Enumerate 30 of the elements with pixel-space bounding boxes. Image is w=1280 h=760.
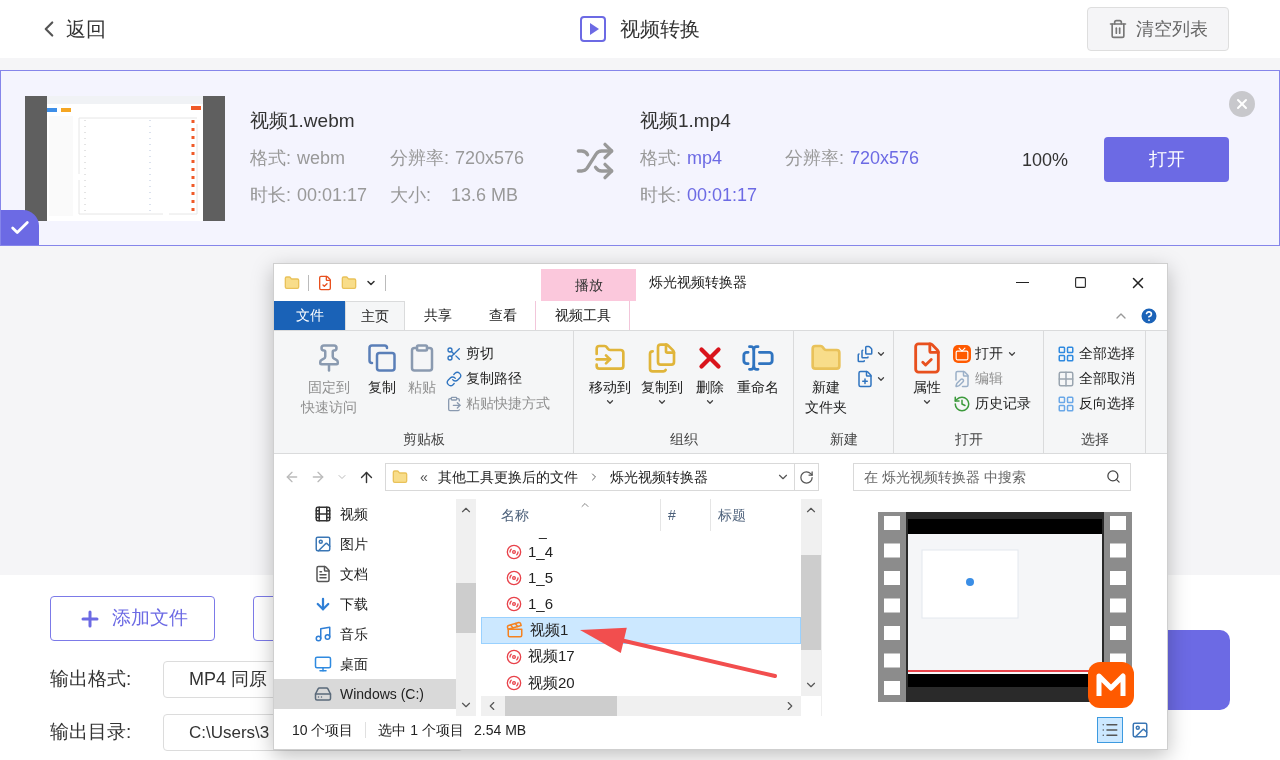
file-name: 视频1.mp4 <box>640 109 732 133</box>
duration-value: 00:01:17 <box>297 184 368 207</box>
size-value: 13.6 MB <box>451 184 519 207</box>
size-label: 大小: <box>390 184 431 207</box>
resolution-value: 720x576 <box>455 147 525 170</box>
page-title: 视频转换 <box>620 17 701 42</box>
context-tab-header: 播放 <box>541 269 636 301</box>
group-label: 组织 <box>669 430 698 449</box>
duration-label: 时长: <box>250 184 291 207</box>
group-label: 选择 <box>1080 430 1109 449</box>
group-label: 打开 <box>954 430 983 449</box>
format-label: 格式: <box>250 147 291 170</box>
duration-value: 00:01:17 <box>687 184 758 207</box>
selection-size: 2.54 MB <box>474 720 527 740</box>
resolution-label: 分辨率: <box>390 147 449 170</box>
folder-label: 输出目录: <box>50 720 133 745</box>
file-name: 视频1.webm <box>250 109 356 133</box>
format-value: webm <box>297 147 346 170</box>
window-title: 烁光视频转换器 <box>649 273 747 292</box>
duration-label: 时长: <box>640 184 681 207</box>
format-label: 格式: <box>640 147 681 170</box>
format-value: mp4 <box>687 147 723 170</box>
group-label: 剪贴板 <box>402 430 445 449</box>
progress-value: 100% <box>1022 148 1069 172</box>
item-count: 10 个项目 <box>292 720 354 740</box>
resolution-label: 分辨率: <box>785 147 844 170</box>
resolution-value: 720x576 <box>850 147 920 170</box>
format-label: 输出格式: <box>50 667 133 692</box>
selection-count: 选中 1 个项目 <box>378 720 465 740</box>
group-label: 新建 <box>829 430 858 449</box>
